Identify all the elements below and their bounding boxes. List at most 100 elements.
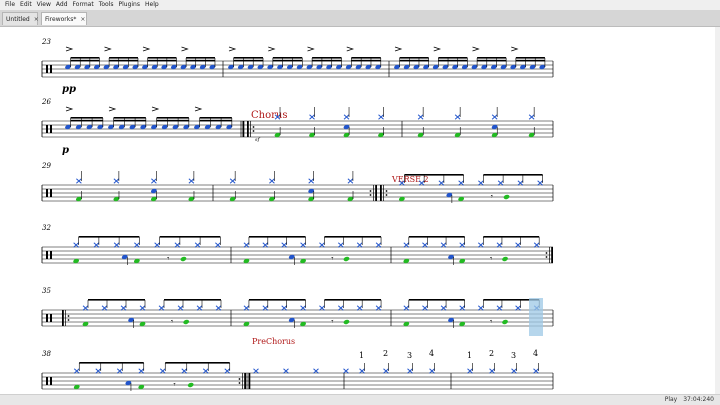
repeat-barline (247, 121, 249, 137)
crash-note (343, 114, 350, 120)
note-beam (312, 59, 342, 62)
crash-note (188, 178, 195, 184)
percussion-clef-icon (46, 377, 48, 385)
note-beam (399, 59, 429, 62)
tab-untitled[interactable]: Untitled × (2, 12, 39, 25)
note-beam (515, 57, 545, 59)
rehearsal-mark: VERSE 2 (391, 175, 429, 184)
hihat-note (440, 305, 447, 311)
eighth-rest: 𝄾 (167, 254, 169, 263)
selection-highlight (529, 298, 543, 336)
note-beam (233, 57, 264, 59)
repeat-dot (238, 378, 241, 380)
note-beam (408, 236, 465, 238)
hihat-note (375, 242, 382, 248)
note-beam (399, 57, 429, 59)
crash-note (76, 178, 82, 184)
hihat-note (403, 242, 410, 248)
note-beam (351, 57, 381, 59)
dynamic-marking: sf (255, 137, 261, 143)
menu-format[interactable]: Format (73, 0, 94, 10)
hihat-note (300, 305, 306, 311)
hihat-note (515, 242, 521, 248)
accent-mark (472, 46, 480, 52)
hihat-note (224, 368, 231, 374)
tab-fireworks[interactable]: Fireworks* × (41, 12, 87, 25)
hihat-note (337, 242, 344, 248)
note-beam (156, 117, 189, 119)
hihat-note (533, 368, 539, 374)
beat-count: 3 (511, 351, 516, 360)
beat-count: 4 (533, 349, 538, 358)
repeat-barline (551, 247, 553, 263)
repeat-dot (238, 382, 241, 384)
hihat-note (356, 242, 363, 248)
note-beam (404, 174, 464, 176)
final-barline (242, 121, 245, 137)
hihat-note (467, 368, 473, 374)
note-beam (438, 59, 468, 62)
crash-note (491, 114, 498, 120)
accent-mark (104, 46, 112, 52)
accent-mark (65, 106, 74, 112)
repeat-dot (385, 190, 388, 192)
score-canvas[interactable]: 23 pp 26 Chorus sf p 29 VERSE 2 𝄾 32 𝄾 𝄾 𝄾 35 𝄾 𝄾 𝄾 38 𝄾 Pr… (0, 27, 720, 394)
repeat-barline (244, 373, 246, 389)
note-beam (477, 59, 507, 62)
note-beam (78, 236, 140, 238)
score-svg[interactable]: 23pp26Chorussfp29VERSE 2𝄾32𝄾 𝄾 𝄾35𝄾 𝄾 𝄾38𝄾Pr… (0, 27, 720, 394)
menu-add[interactable]: Add (56, 0, 68, 10)
note-beam (165, 362, 230, 364)
menu-edit[interactable]: Edit (20, 0, 32, 10)
beat-count: 2 (383, 349, 388, 358)
hihat-note (537, 180, 543, 186)
menu-view[interactable]: View (37, 0, 51, 10)
close-icon[interactable]: × (34, 16, 39, 23)
crash-note (113, 178, 120, 184)
percussion-clef-icon (50, 125, 52, 133)
hihat-note (138, 368, 145, 374)
menu-help[interactable]: Help (145, 0, 159, 10)
eighth-rest: 𝄾 (491, 192, 493, 201)
kick-note (187, 382, 194, 388)
close-icon[interactable]: × (80, 16, 85, 23)
note-beam (408, 299, 465, 301)
crash-note (308, 178, 314, 184)
crash-note (229, 178, 236, 184)
repeat-dot (252, 126, 255, 128)
note-beam (483, 236, 540, 238)
beat-count: 1 (359, 351, 364, 360)
accent-mark (268, 46, 276, 52)
menu-plugins[interactable]: Plugins (118, 0, 140, 10)
hihat-note (422, 242, 428, 248)
note-beam (164, 299, 221, 301)
repeat-dot (67, 315, 70, 317)
note-beam (272, 59, 303, 62)
hihat-note (496, 305, 503, 311)
hihat-note (134, 242, 140, 248)
accent-mark (346, 46, 355, 52)
note-beam (70, 59, 100, 62)
note-beam (186, 59, 215, 62)
note-beam (312, 57, 342, 59)
hihat-note (281, 305, 288, 311)
percussion-clef-icon (50, 314, 52, 322)
hihat-note (194, 242, 201, 248)
menu-file[interactable]: File (5, 0, 15, 10)
beat-count: 3 (407, 351, 412, 360)
measure-number: 23 (41, 38, 51, 46)
kick-note (183, 319, 190, 325)
measure-number: 38 (42, 350, 51, 358)
note-beam (324, 299, 382, 301)
hihat-note (383, 368, 389, 374)
kick-note (180, 256, 187, 262)
eighth-rest: 𝄾 (331, 254, 333, 263)
measure-number: 29 (41, 162, 51, 170)
note-beam (351, 59, 381, 62)
hihat-note (154, 242, 160, 248)
menu-tools[interactable]: Tools (99, 0, 114, 10)
vertical-scrollbar[interactable] (715, 27, 720, 394)
repeat-barline (62, 310, 64, 326)
note-beam (147, 59, 177, 62)
hihat-note (477, 242, 484, 248)
